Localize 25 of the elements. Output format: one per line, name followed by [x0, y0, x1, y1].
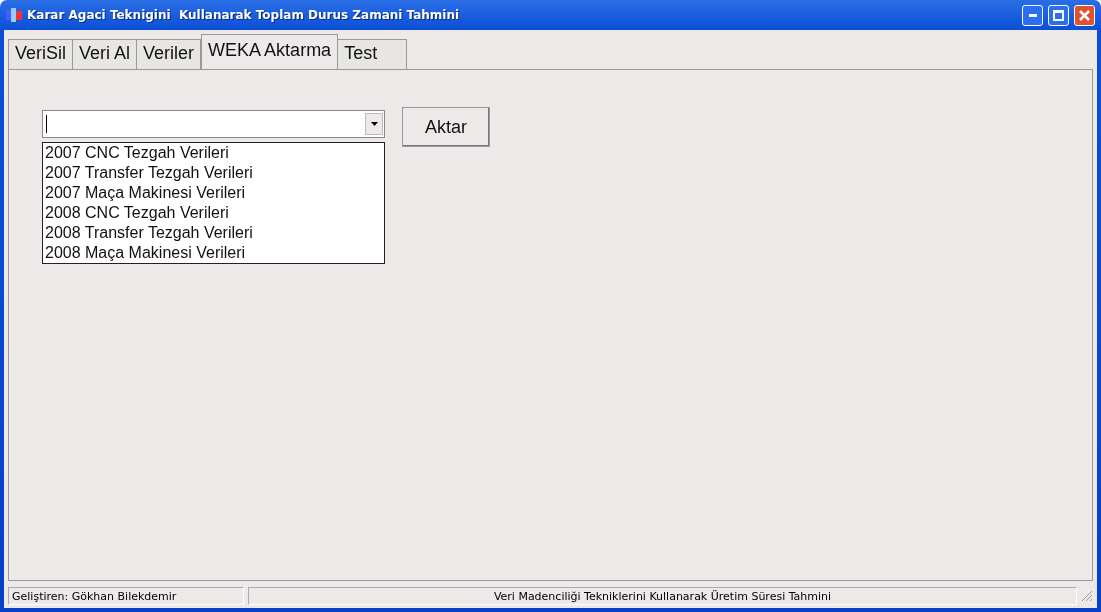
dropdown-field[interactable] [42, 110, 385, 138]
tab[interactable]: Test [338, 39, 408, 70]
dropdown-option[interactable]: 2007 Maça Makinesi Verileri [43, 183, 384, 203]
minimize-button[interactable] [1022, 4, 1043, 26]
close-icon [1079, 9, 1090, 21]
aktar-button[interactable]: Aktar [402, 107, 490, 147]
dropdown-option[interactable]: 2007 Transfer Tezgah Verileri [43, 163, 384, 183]
window-title: Karar Agaci Teknigini Kullanarak Toplam Durus Zamani Tahmini [27, 8, 461, 22]
tab[interactable]: Veri Al [73, 39, 138, 70]
dropdown-option[interactable]: 2008 Transfer Tezgah Verileri [43, 223, 384, 243]
dropdown-caret-icon[interactable] [365, 113, 383, 135]
tab[interactable]: WEKA Aktarma [201, 34, 339, 70]
status-text: Geliştiren: Gökhan Bilekdemir [8, 587, 244, 605]
resize-grip-icon [1081, 590, 1093, 602]
status-text: Veri Madenciliği Tekniklerini Kullanarak Üretim Süresi Tahmini [248, 587, 1077, 605]
dropdown-option[interactable]: 2008 Maça Makinesi Verileri [43, 243, 384, 263]
maximize-icon [1053, 9, 1064, 21]
tab[interactable]: VeriSil [8, 39, 74, 70]
dropdown-option[interactable]: 2007 CNC Tezgah Verileri [43, 143, 384, 163]
dropdown-option[interactable]: 2008 CNC Tezgah Verileri [43, 203, 384, 223]
maximize-button[interactable] [1048, 4, 1069, 26]
minimize-icon [1028, 13, 1037, 17]
close-button[interactable] [1074, 4, 1095, 26]
tab[interactable]: Veriler [137, 39, 202, 70]
app-icon [6, 8, 22, 22]
